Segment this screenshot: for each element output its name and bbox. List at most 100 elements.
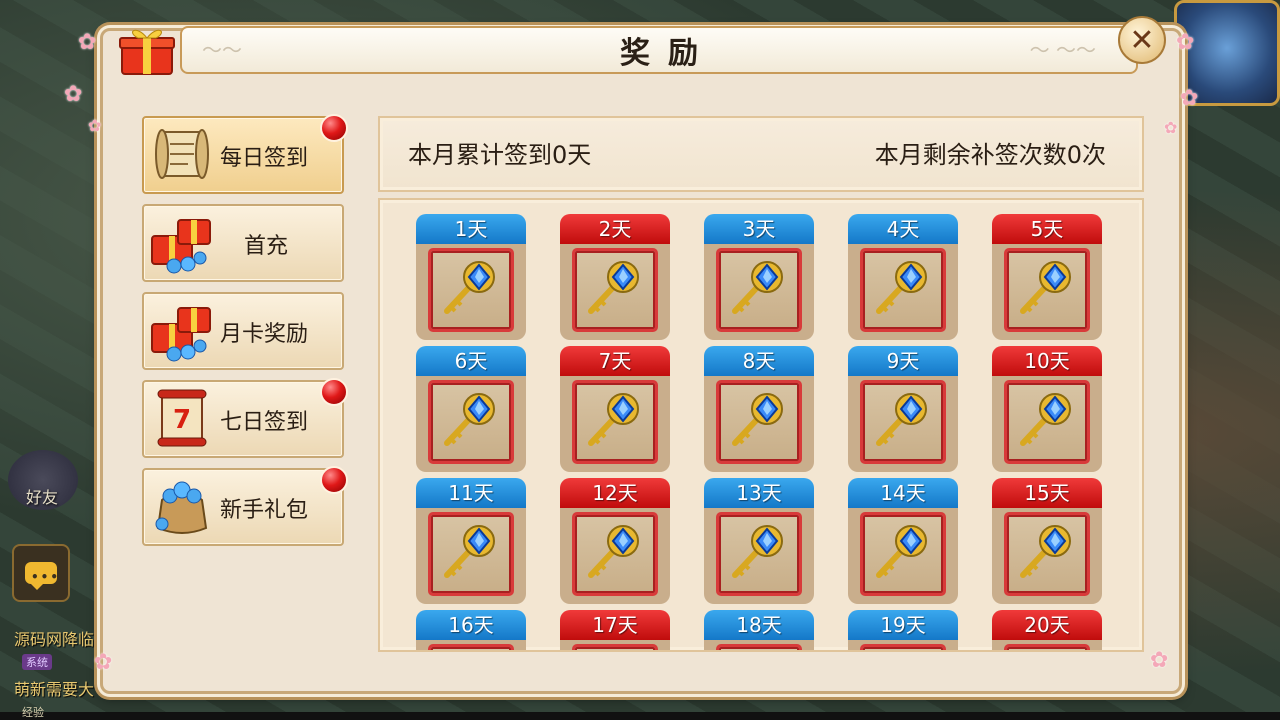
day-label: 17天 xyxy=(560,610,670,640)
day-reward-cell[interactable]: 16天 xyxy=(416,610,526,650)
notification-badge xyxy=(320,466,348,494)
reward-item-slot[interactable] xyxy=(716,380,802,464)
reward-item-slot[interactable] xyxy=(716,644,802,650)
reward-item-slot[interactable] xyxy=(572,512,658,596)
day-reward-cell[interactable]: 20天 xyxy=(992,610,1102,650)
reward-item-slot[interactable] xyxy=(1004,380,1090,464)
day-reward-body xyxy=(560,638,670,650)
flower-ornament-icon: ✿ xyxy=(78,30,97,55)
menu-item-5[interactable]: 新手礼包 xyxy=(142,466,348,546)
flower-ornament-icon: ✿ xyxy=(88,116,102,135)
day-label: 7天 xyxy=(560,346,670,376)
menu-item-4[interactable]: 7 七日签到 xyxy=(142,378,348,458)
day-reward-cell[interactable]: 6天 xyxy=(416,346,526,472)
day-label: 15天 xyxy=(992,478,1102,508)
system-tag: 系统 xyxy=(22,654,52,670)
day-reward-cell[interactable]: 3天 xyxy=(704,214,814,340)
close-button[interactable]: ✕ xyxy=(1118,16,1166,64)
menu-item-3[interactable]: 月卡奖励 xyxy=(142,292,344,370)
day-label: 8天 xyxy=(704,346,814,376)
day-label: 2天 xyxy=(560,214,670,244)
day-label: 16天 xyxy=(416,610,526,640)
reward-item-slot[interactable] xyxy=(1004,248,1090,332)
xp-bar xyxy=(0,712,1280,720)
day-reward-cell[interactable]: 10天 xyxy=(992,346,1102,472)
day-reward-cell[interactable]: 17天 xyxy=(560,610,670,650)
day-reward-cell[interactable]: 5天 xyxy=(992,214,1102,340)
friend-label[interactable]: 好友 xyxy=(26,484,58,508)
reward-item-slot[interactable] xyxy=(428,644,514,650)
reward-item-slot[interactable] xyxy=(716,512,802,596)
day-reward-cell[interactable]: 9天 xyxy=(848,346,958,472)
reward-item-slot[interactable] xyxy=(572,380,658,464)
day-reward-body xyxy=(560,242,670,340)
reward-item-slot[interactable] xyxy=(428,380,514,464)
day-reward-cell[interactable]: 7天 xyxy=(560,346,670,472)
day-reward-cell[interactable]: 4天 xyxy=(848,214,958,340)
flower-ornament-icon: ✿ xyxy=(1164,118,1178,137)
day-reward-cell[interactable]: 15天 xyxy=(992,478,1102,604)
day-reward-cell[interactable]: 8天 xyxy=(704,346,814,472)
menu-item-label: 月卡奖励 xyxy=(220,322,309,347)
day-reward-cell[interactable]: 11天 xyxy=(416,478,526,604)
day-reward-cell[interactable]: 1天 xyxy=(416,214,526,340)
day-reward-body xyxy=(992,638,1102,650)
notification-badge xyxy=(320,378,348,406)
reward-item-slot[interactable] xyxy=(716,248,802,332)
day-label: 10天 xyxy=(992,346,1102,376)
day-reward-body xyxy=(560,374,670,472)
day-reward-body xyxy=(704,638,814,650)
scroll-icon xyxy=(148,122,216,186)
day-label: 19天 xyxy=(848,610,958,640)
daily-reward-grid: 1天 2天 3天 4天 5天 6天 7天 8天 9天 10天 11天 12天 13天 14天 15天 16天 1… xyxy=(378,198,1144,652)
reward-item-slot[interactable] xyxy=(428,512,514,596)
day-reward-body xyxy=(992,242,1102,340)
day-reward-cell[interactable]: 19天 xyxy=(848,610,958,650)
reward-item-slot[interactable] xyxy=(860,248,946,332)
menu-item-label: 七日签到 xyxy=(220,410,309,435)
flower-ornament-icon: ✿ xyxy=(64,82,83,107)
gift-gems-icon xyxy=(148,210,216,274)
day-reward-body xyxy=(992,506,1102,604)
chat-line: 源码网降临 xyxy=(14,630,95,649)
menu-item-1[interactable]: 每日签到 xyxy=(142,114,348,194)
gift-box-icon xyxy=(118,24,176,76)
day-reward-cell[interactable]: 18天 xyxy=(704,610,814,650)
day-reward-cell[interactable]: 13天 xyxy=(704,478,814,604)
menu-item-label: 每日签到 xyxy=(220,146,309,171)
panel-title: 奖励 xyxy=(620,36,716,71)
reward-item-slot[interactable] xyxy=(1004,644,1090,650)
day-reward-body xyxy=(416,506,526,604)
cloud-ornament-icon: 〜〜 xyxy=(202,38,242,62)
day-reward-body xyxy=(848,242,958,340)
day-label: 12天 xyxy=(560,478,670,508)
reward-item-slot[interactable] xyxy=(428,248,514,332)
day-reward-body xyxy=(704,374,814,472)
cloud-ornament-icon: 〜 〜〜 xyxy=(1029,38,1096,62)
chat-button[interactable]: ••• xyxy=(12,544,70,602)
flower-ornament-icon: ✿ xyxy=(94,650,113,675)
close-icon: ✕ xyxy=(1129,22,1155,58)
reward-item-slot[interactable] xyxy=(572,644,658,650)
reward-item-slot[interactable] xyxy=(572,248,658,332)
day-reward-cell[interactable]: 2天 xyxy=(560,214,670,340)
reward-item-slot[interactable] xyxy=(860,380,946,464)
reward-item-slot[interactable] xyxy=(1004,512,1090,596)
chat-bubble-icon: ••• xyxy=(25,562,58,590)
notification-badge xyxy=(320,114,348,142)
flower-ornament-icon: ✿ xyxy=(1150,648,1169,673)
reward-item-slot[interactable] xyxy=(860,644,946,650)
menu-item-2[interactable]: 首充 xyxy=(142,204,344,282)
reward-item-slot[interactable] xyxy=(860,512,946,596)
signin-summary: 本月累计签到0天 本月剩余补签次数0次 xyxy=(378,116,1144,192)
chat-line: 萌新需要大 xyxy=(14,680,95,699)
day-reward-cell[interactable]: 12天 xyxy=(560,478,670,604)
panel-title-bar: 〜〜 奖励 〜 〜〜 xyxy=(180,26,1138,74)
day-label: 18天 xyxy=(704,610,814,640)
day-reward-body xyxy=(704,506,814,604)
red-scroll-icon: 7 xyxy=(148,386,216,450)
day-reward-cell[interactable]: 14天 xyxy=(848,478,958,604)
menu-item-label: 首充 xyxy=(244,234,289,259)
day-label: 14天 xyxy=(848,478,958,508)
flower-ornament-icon: ✿ xyxy=(1176,30,1195,55)
